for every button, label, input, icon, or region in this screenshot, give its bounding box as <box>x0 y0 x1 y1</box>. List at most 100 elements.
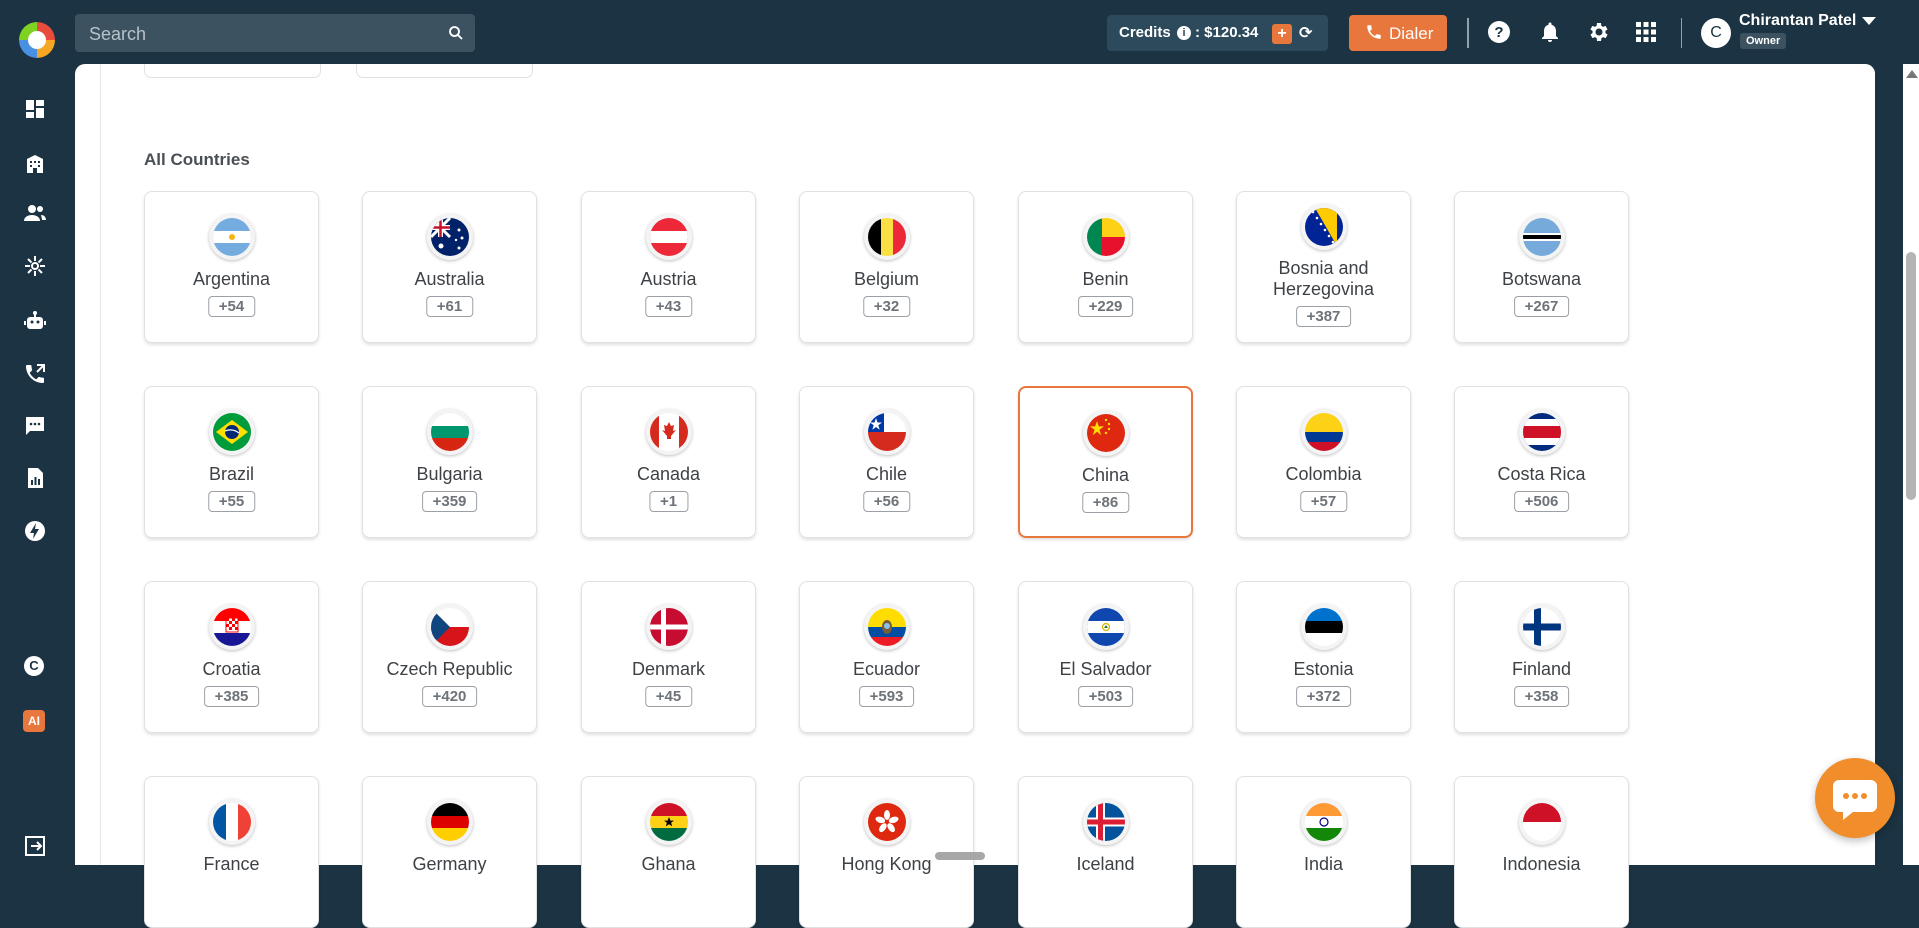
country-card-bosnia-and-herzegovina[interactable]: Bosnia and Herzegovina +387 <box>1236 191 1411 343</box>
country-card-iceland[interactable]: Iceland <box>1018 776 1193 928</box>
country-name: Czech Republic <box>386 659 513 679</box>
country-card-estonia[interactable]: Estonia +372 <box>1236 581 1411 733</box>
dial-code-badge: +1 <box>648 491 689 512</box>
country-card-chile[interactable]: Chile +56 <box>799 386 974 538</box>
country-card-colombia[interactable]: Colombia +57 <box>1236 386 1411 538</box>
search-input[interactable]: Search <box>75 14 475 52</box>
country-name: Ecuador <box>852 659 921 679</box>
country-card-ecuador[interactable]: Ecuador +593 <box>799 581 974 733</box>
chat-widget-button[interactable] <box>1815 758 1895 838</box>
india-flag-icon <box>1300 799 1347 845</box>
country-card-czech-republic[interactable]: Czech Republic +420 <box>362 581 537 733</box>
canada-flag-icon <box>645 409 692 455</box>
dial-code-badge: +267 <box>1513 296 1570 317</box>
croatia-flag-icon <box>208 604 255 650</box>
country-card-costa-rica[interactable]: Costa Rica +506 <box>1454 386 1629 538</box>
logout-icon[interactable] <box>23 834 47 858</box>
country-card-partial[interactable] <box>144 64 321 78</box>
refresh-icon[interactable]: ⟳ <box>1299 23 1312 43</box>
finland-flag-icon <box>1518 604 1565 650</box>
app-logo[interactable] <box>19 22 55 58</box>
colombia-flag-icon <box>1300 409 1347 455</box>
australia-flag-icon <box>426 214 473 260</box>
country-card-belgium[interactable]: Belgium +32 <box>799 191 974 343</box>
ghana-flag-icon <box>645 799 692 845</box>
dial-code-badge: +55 <box>207 491 256 512</box>
add-credits-button[interactable]: + <box>1272 24 1292 44</box>
country-name: Croatia <box>202 659 261 679</box>
country-card-china[interactable]: China +86 <box>1018 386 1193 538</box>
dial-code-badge: +54 <box>207 296 256 317</box>
phone-icon <box>1367 25 1381 39</box>
country-card-partial[interactable] <box>356 64 533 78</box>
country-card-benin[interactable]: Benin +229 <box>1018 191 1193 343</box>
austria-flag-icon <box>645 214 692 260</box>
denmark-flag-icon <box>645 604 692 650</box>
notification-bell-icon[interactable] <box>1538 20 1562 44</box>
apps-grid-icon[interactable] <box>1634 20 1658 44</box>
country-name: Finland <box>1511 659 1572 679</box>
dial-code-badge: +420 <box>421 686 478 707</box>
country-name: Benin <box>1082 269 1129 289</box>
help-icon[interactable]: ? <box>1487 20 1511 44</box>
iceland-flag-icon <box>1082 799 1129 845</box>
indonesia-flag-icon <box>1518 799 1565 845</box>
dashboard-icon[interactable] <box>23 97 47 121</box>
user-role-badge: Owner <box>1740 33 1787 49</box>
chat-icon[interactable] <box>23 414 47 438</box>
search-icon[interactable] <box>447 24 465 42</box>
user-name[interactable]: Chirantan Patel <box>1739 12 1856 30</box>
country-card-canada[interactable]: Canada +1 <box>581 386 756 538</box>
scroll-up-arrow-icon[interactable] <box>1906 70 1918 78</box>
country-name: Botswana <box>1501 269 1582 289</box>
country-card-france[interactable]: France <box>144 776 319 928</box>
info-icon[interactable]: i <box>1177 26 1191 40</box>
integrations-icon[interactable] <box>23 254 47 278</box>
avatar[interactable]: C <box>1701 18 1731 48</box>
country-name: Argentina <box>192 269 271 289</box>
china-flag-icon <box>1082 410 1129 456</box>
chevron-down-icon[interactable] <box>1862 17 1876 25</box>
country-card-croatia[interactable]: Croatia +385 <box>144 581 319 733</box>
dialer-button[interactable]: Dialer <box>1349 15 1447 51</box>
country-card-india[interactable]: India <box>1236 776 1411 928</box>
flash-icon[interactable] <box>23 519 47 543</box>
settings-gear-icon[interactable] <box>1586 20 1610 44</box>
section-title: All Countries <box>144 150 250 169</box>
credits-widget: Credits i : $120.34 + ⟳ <box>1107 15 1328 51</box>
country-card-el-salvador[interactable]: El Salvador +503 <box>1018 581 1193 733</box>
estonia-flag-icon <box>1300 604 1347 650</box>
country-name: Belgium <box>853 269 920 289</box>
brand-icon[interactable]: C <box>24 656 44 676</box>
horizontal-scroll-handle[interactable] <box>935 852 985 860</box>
ai-icon[interactable]: AI <box>23 710 45 732</box>
argentina-flag-icon <box>208 214 255 260</box>
country-card-germany[interactable]: Germany <box>362 776 537 928</box>
country-card-brazil[interactable]: Brazil +55 <box>144 386 319 538</box>
country-card-botswana[interactable]: Botswana +267 <box>1454 191 1629 343</box>
reports-icon[interactable] <box>23 466 47 490</box>
contacts-icon[interactable] <box>23 201 47 225</box>
building-icon[interactable] <box>23 152 47 176</box>
country-name: Costa Rica <box>1497 464 1586 484</box>
country-name: Canada <box>636 464 701 484</box>
dial-code-badge: +593 <box>858 686 915 707</box>
country-card-austria[interactable]: Austria +43 <box>581 191 756 343</box>
scrollbar-thumb[interactable] <box>1906 252 1916 500</box>
bot-icon[interactable] <box>23 309 47 333</box>
dial-code-badge: +32 <box>862 296 911 317</box>
el-salvador-flag-icon <box>1082 604 1129 650</box>
country-card-denmark[interactable]: Denmark +45 <box>581 581 756 733</box>
country-card-finland[interactable]: Finland +358 <box>1454 581 1629 733</box>
call-forward-icon[interactable] <box>23 362 47 386</box>
country-card-bulgaria[interactable]: Bulgaria +359 <box>362 386 537 538</box>
country-card-australia[interactable]: Australia +61 <box>362 191 537 343</box>
country-name: Australia <box>414 269 485 289</box>
dial-code-badge: +61 <box>425 296 474 317</box>
dial-code-badge: +372 <box>1295 686 1352 707</box>
country-card-indonesia[interactable]: Indonesia <box>1454 776 1629 928</box>
dial-code-badge: +45 <box>644 686 693 707</box>
country-card-argentina[interactable]: Argentina +54 <box>144 191 319 343</box>
country-card-ghana[interactable]: Ghana <box>581 776 756 928</box>
dial-code-badge: +43 <box>644 296 693 317</box>
